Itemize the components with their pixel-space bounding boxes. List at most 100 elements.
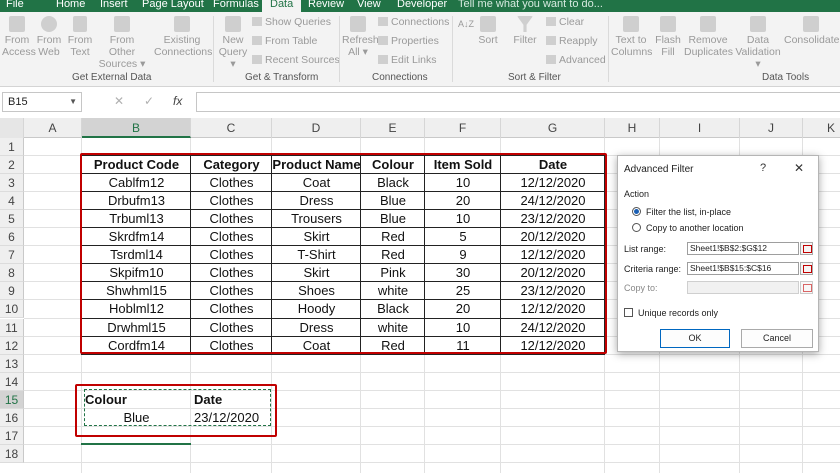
column-header-c[interactable]: C xyxy=(191,118,272,138)
flash-fill-button[interactable]: Flash Fill xyxy=(654,16,682,58)
row-header-9[interactable]: 9 xyxy=(0,282,24,301)
row-header-7[interactable]: 7 xyxy=(0,246,24,265)
table-icon xyxy=(252,36,262,45)
row-header-16[interactable]: 16 xyxy=(0,408,24,427)
from-other-sources-button[interactable]: From Other Sources ▾ xyxy=(96,16,148,70)
show-queries-button[interactable]: Show Queries xyxy=(252,16,331,29)
refresh-all-button[interactable]: Refresh All ▾ xyxy=(342,16,379,58)
column-header-b[interactable]: B xyxy=(82,118,191,138)
row-header-11[interactable]: 11 xyxy=(0,318,24,337)
filter-in-place-label[interactable]: Filter the list, in-place xyxy=(646,207,731,217)
tab-data[interactable]: Data xyxy=(262,0,302,12)
row-header-17[interactable]: 17 xyxy=(0,426,24,445)
text-to-columns-button[interactable]: Text to Columns xyxy=(611,16,652,58)
unique-records-label[interactable]: Unique records only xyxy=(638,308,718,318)
tab-home[interactable]: Home xyxy=(56,0,85,12)
tab-view[interactable]: View xyxy=(357,0,381,12)
data-validation-button[interactable]: Data Validation ▾ xyxy=(734,16,782,70)
edit-links-icon xyxy=(378,55,388,64)
criteria-range-input[interactable]: Sheet1!$B$15:$C$16 xyxy=(687,262,799,275)
tab-formulas[interactable]: Formulas xyxy=(213,0,259,12)
tab-developer[interactable]: Developer xyxy=(397,0,447,12)
list-range-input[interactable]: Sheet1!$B$2:$G$12 xyxy=(687,242,799,255)
column-header-k[interactable]: K xyxy=(803,118,840,138)
tell-me-search[interactable]: Tell me what you want to do... xyxy=(458,0,603,12)
unique-records-checkbox[interactable] xyxy=(624,308,633,317)
row-header-8[interactable]: 8 xyxy=(0,264,24,283)
select-all-corner[interactable] xyxy=(0,118,24,138)
column-header-h[interactable]: H xyxy=(605,118,660,138)
tab-insert[interactable]: Insert xyxy=(100,0,128,12)
from-access-button[interactable]: From Access xyxy=(2,16,36,58)
row-header-4[interactable]: 4 xyxy=(0,192,24,211)
list-range-collapse-button[interactable] xyxy=(800,242,813,255)
cancel-button[interactable]: Cancel xyxy=(741,329,813,348)
column-header-d[interactable]: D xyxy=(272,118,361,138)
row-header-13[interactable]: 13 xyxy=(0,354,24,373)
reapply-button[interactable]: Reapply xyxy=(546,35,598,48)
insert-function-icon[interactable]: fx xyxy=(173,94,182,108)
help-icon[interactable]: ? xyxy=(760,162,766,174)
name-box[interactable]: B15 ▼ xyxy=(2,92,82,112)
from-web-button[interactable]: From Web xyxy=(36,16,62,58)
column-header-i[interactable]: I xyxy=(660,118,740,138)
cancel-icon[interactable]: ✕ xyxy=(114,94,124,108)
formula-bar: B15 ▼ ✕ ✓ fx xyxy=(0,92,840,112)
new-query-button[interactable]: New Query ▾ xyxy=(218,16,248,70)
row-header-18[interactable]: 18 xyxy=(0,444,24,463)
copy-to-collapse-button[interactable] xyxy=(800,281,813,294)
consolidate-button[interactable]: Consolidate xyxy=(784,16,839,46)
column-header-e[interactable]: E xyxy=(361,118,425,138)
row-header-12[interactable]: 12 xyxy=(0,336,24,355)
advanced-button[interactable]: Advanced xyxy=(546,54,606,67)
group-separator xyxy=(213,16,214,82)
row-header-2[interactable]: 2 xyxy=(0,156,24,175)
copy-to-location-radio[interactable] xyxy=(632,223,641,232)
from-table-button[interactable]: From Table xyxy=(252,35,317,48)
criteria-range-label: Criteria range: xyxy=(624,264,682,274)
close-icon[interactable]: ✕ xyxy=(794,161,804,175)
tab-page-layout[interactable]: Page Layout xyxy=(142,0,204,12)
sort-button[interactable]: Sort xyxy=(476,16,500,46)
group-label-data-tools: Data Tools xyxy=(762,72,810,83)
ribbon-tab-bar: File Home Insert Page Layout Formulas Data Rev… xyxy=(0,0,840,12)
tab-review[interactable]: Review xyxy=(308,0,344,12)
copy-to-input[interactable] xyxy=(687,281,799,294)
from-text-button[interactable]: From Text xyxy=(66,16,94,58)
column-header-a[interactable]: A xyxy=(24,118,82,138)
tab-file[interactable]: File xyxy=(6,0,24,12)
dialog-title: Advanced Filter xyxy=(624,164,694,175)
criteria-range-collapse-button[interactable] xyxy=(800,262,813,275)
flash-fill-icon xyxy=(660,16,676,32)
group-label-get-transform: Get & Transform xyxy=(245,72,319,83)
group-label-connections: Connections xyxy=(372,72,428,83)
row-header-10[interactable]: 10 xyxy=(0,300,24,319)
clear-button[interactable]: Clear xyxy=(546,16,584,29)
existing-connections-button[interactable]: Existing Connections xyxy=(154,16,212,58)
enter-icon[interactable]: ✓ xyxy=(144,94,154,108)
filter-button[interactable]: Filter xyxy=(510,16,540,46)
column-header-j[interactable]: J xyxy=(740,118,803,138)
row-header-5[interactable]: 5 xyxy=(0,210,24,229)
row-header-6[interactable]: 6 xyxy=(0,228,24,247)
filter-in-place-radio[interactable] xyxy=(632,207,641,216)
funnel-icon xyxy=(517,16,533,32)
recent-sources-button[interactable]: Recent Sources xyxy=(252,54,340,67)
copy-to-location-label[interactable]: Copy to another location xyxy=(646,223,744,233)
connections-button[interactable]: Connections xyxy=(378,16,449,29)
sort-az-button[interactable]: A↓Z xyxy=(456,18,476,30)
row-header-14[interactable]: 14 xyxy=(0,372,24,391)
column-header-g[interactable]: G xyxy=(501,118,605,138)
properties-button[interactable]: Properties xyxy=(378,35,439,48)
row-header-1[interactable]: 1 xyxy=(0,138,24,157)
advanced-filter-icon xyxy=(546,55,556,64)
chevron-down-icon[interactable]: ▼ xyxy=(69,97,77,106)
row-header-3[interactable]: 3 xyxy=(0,174,24,193)
remove-duplicates-button[interactable]: Remove Duplicates xyxy=(684,16,733,58)
column-header-f[interactable]: F xyxy=(425,118,501,138)
edit-links-button[interactable]: Edit Links xyxy=(378,54,437,67)
text-to-columns-icon xyxy=(623,16,639,32)
formula-input[interactable] xyxy=(196,92,840,112)
row-header-15[interactable]: 15 xyxy=(0,390,24,409)
ok-button[interactable]: OK xyxy=(660,329,730,348)
